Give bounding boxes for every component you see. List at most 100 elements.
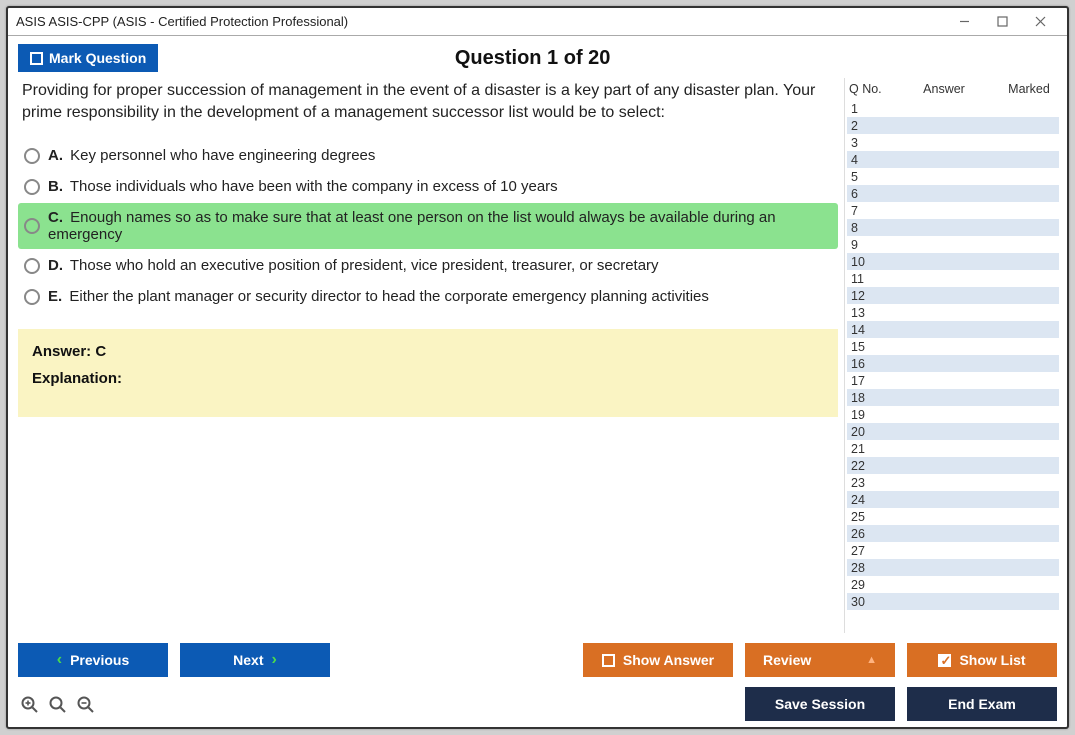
option-a[interactable]: A. Key personnel who have engineering de… [18, 141, 838, 170]
list-qno: 23 [851, 476, 891, 490]
list-item[interactable]: 1 [847, 100, 1059, 117]
show-list-button[interactable]: Show List [907, 643, 1057, 677]
option-text: D. Those who hold an executive position … [48, 257, 659, 274]
list-item[interactable]: 2 [847, 117, 1059, 134]
list-item[interactable]: 7 [847, 202, 1059, 219]
list-item[interactable]: 13 [847, 304, 1059, 321]
save-session-button[interactable]: Save Session [745, 687, 895, 721]
list-qno: 20 [851, 425, 891, 439]
list-qno: 11 [851, 272, 891, 286]
list-item[interactable]: 28 [847, 559, 1059, 576]
list-item[interactable]: 18 [847, 389, 1059, 406]
answer-box: Answer: C Explanation: [18, 329, 838, 417]
list-item[interactable]: 26 [847, 525, 1059, 542]
list-item[interactable]: 12 [847, 287, 1059, 304]
explanation-label: Explanation: [32, 370, 824, 387]
header-row: Mark Question Question 1 of 20 [8, 36, 1067, 78]
list-qno: 28 [851, 561, 891, 575]
list-qno: 6 [851, 187, 891, 201]
option-text: B. Those individuals who have been with … [48, 178, 558, 195]
list-item[interactable]: 15 [847, 338, 1059, 355]
question-counter: Question 1 of 20 [170, 47, 895, 70]
mark-question-button[interactable]: Mark Question [18, 44, 158, 72]
list-item[interactable]: 23 [847, 474, 1059, 491]
option-e[interactable]: E. Either the plant manager or security … [18, 282, 838, 311]
option-b[interactable]: B. Those individuals who have been with … [18, 172, 838, 201]
list-item[interactable]: 22 [847, 457, 1059, 474]
review-button[interactable]: Review ▲ [745, 643, 895, 677]
radio-icon [24, 289, 40, 305]
minimize-icon[interactable] [945, 10, 983, 34]
list-item[interactable]: 30 [847, 593, 1059, 610]
titlebar: ASIS ASIS-CPP (ASIS - Certified Protecti… [8, 8, 1067, 36]
list-item[interactable]: 29 [847, 576, 1059, 593]
save-session-label: Save Session [775, 696, 865, 712]
list-qno: 17 [851, 374, 891, 388]
show-answer-label: Show Answer [623, 652, 714, 668]
list-item[interactable]: 20 [847, 423, 1059, 440]
list-qno: 3 [851, 136, 891, 150]
previous-button[interactable]: ‹ Previous [18, 643, 168, 677]
list-item[interactable]: 21 [847, 440, 1059, 457]
list-qno: 10 [851, 255, 891, 269]
list-header: Q No. Answer Marked [845, 78, 1059, 100]
show-list-label: Show List [959, 652, 1025, 668]
app-window: ASIS ASIS-CPP (ASIS - Certified Protecti… [6, 6, 1069, 729]
end-exam-button[interactable]: End Exam [907, 687, 1057, 721]
list-item[interactable]: 10 [847, 253, 1059, 270]
list-item[interactable]: 17 [847, 372, 1059, 389]
close-icon[interactable] [1021, 10, 1059, 34]
zoom-out-icon[interactable] [74, 693, 96, 715]
review-label: Review [763, 652, 811, 668]
list-item[interactable]: 27 [847, 542, 1059, 559]
col-marked: Marked [999, 82, 1059, 96]
chevron-up-icon: ▲ [866, 654, 877, 666]
list-item[interactable]: 25 [847, 508, 1059, 525]
question-stem: Providing for proper succession of manag… [18, 78, 838, 125]
list-item[interactable]: 24 [847, 491, 1059, 508]
list-item[interactable]: 19 [847, 406, 1059, 423]
option-c[interactable]: C. Enough names so as to make sure that … [18, 203, 838, 249]
zoom-in-icon[interactable] [46, 693, 68, 715]
show-answer-button[interactable]: Show Answer [583, 643, 733, 677]
list-item[interactable]: 11 [847, 270, 1059, 287]
list-item[interactable]: 16 [847, 355, 1059, 372]
next-label: Next [233, 652, 263, 668]
list-qno: 29 [851, 578, 891, 592]
list-qno: 21 [851, 442, 891, 456]
option-text: A. Key personnel who have engineering de… [48, 147, 375, 164]
radio-icon [24, 258, 40, 274]
zoom-reset-icon[interactable] [18, 693, 40, 715]
list-item[interactable]: 8 [847, 219, 1059, 236]
list-qno: 24 [851, 493, 891, 507]
previous-label: Previous [70, 652, 129, 668]
option-text: E. Either the plant manager or security … [48, 288, 709, 305]
list-qno: 2 [851, 119, 891, 133]
list-qno: 8 [851, 221, 891, 235]
window-controls [945, 10, 1059, 34]
list-item[interactable]: 14 [847, 321, 1059, 338]
maximize-icon[interactable] [983, 10, 1021, 34]
list-item[interactable]: 9 [847, 236, 1059, 253]
list-qno: 7 [851, 204, 891, 218]
end-exam-label: End Exam [948, 696, 1016, 712]
list-qno: 27 [851, 544, 891, 558]
list-qno: 14 [851, 323, 891, 337]
list-item[interactable]: 6 [847, 185, 1059, 202]
footer-row-2: Save Session End Exam [18, 687, 1057, 721]
checkbox-checked-icon [938, 654, 951, 667]
list-qno: 1 [851, 102, 891, 116]
list-qno: 12 [851, 289, 891, 303]
next-button[interactable]: Next › [180, 643, 330, 677]
chevron-right-icon: › [272, 651, 277, 669]
list-qno: 13 [851, 306, 891, 320]
list-item[interactable]: 4 [847, 151, 1059, 168]
list-qno: 18 [851, 391, 891, 405]
list-qno: 9 [851, 238, 891, 252]
list-item[interactable]: 5 [847, 168, 1059, 185]
option-d[interactable]: D. Those who hold an executive position … [18, 251, 838, 280]
question-list-body[interactable]: 1234567891011121314151617181920212223242… [845, 100, 1059, 633]
list-qno: 22 [851, 459, 891, 473]
list-item[interactable]: 3 [847, 134, 1059, 151]
list-qno: 30 [851, 595, 891, 609]
